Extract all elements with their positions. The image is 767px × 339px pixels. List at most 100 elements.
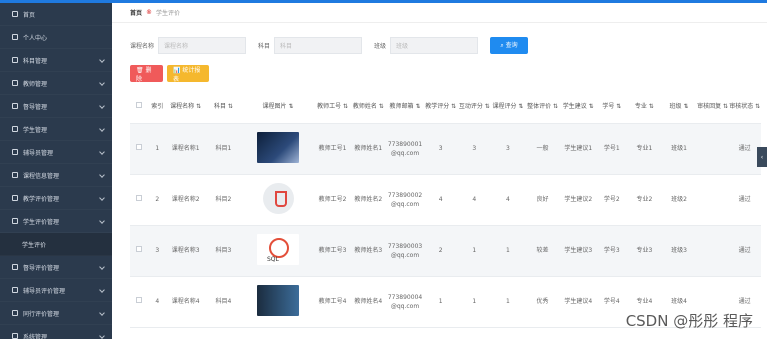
sidebar-item-10[interactable]: 学生评价 bbox=[0, 233, 112, 256]
column-header[interactable]: 审核状态 ⇅ bbox=[728, 91, 761, 124]
row-checkbox[interactable] bbox=[130, 123, 149, 175]
cell-tid: 教师工号3 bbox=[314, 225, 351, 277]
sidebar-item-8[interactable]: 教学评价管理 bbox=[0, 187, 112, 210]
cell-teach: 4 bbox=[423, 174, 458, 226]
sidebar-item-11[interactable]: 督导评价管理 bbox=[0, 256, 112, 279]
cell-overall: 优秀 bbox=[524, 276, 561, 328]
cell-interact: 3 bbox=[457, 123, 492, 175]
cell-subject: 科目3 bbox=[205, 225, 242, 277]
cell-sid: 学号4 bbox=[596, 276, 628, 328]
collapse-tab[interactable]: ‹ bbox=[757, 147, 767, 167]
column-header[interactable]: 专业 ⇅ bbox=[627, 91, 662, 124]
column-header[interactable]: 教师姓名 ⇅ bbox=[350, 91, 387, 124]
course-image-cell bbox=[241, 123, 315, 175]
course-name-input[interactable]: 课程名称 bbox=[158, 36, 247, 54]
sidebar-item-3[interactable]: 教师管理 bbox=[0, 72, 112, 95]
student-icon bbox=[12, 126, 18, 132]
table-row[interactable]: 3课程名称3科目3教师工号3教师姓名3773890003@qq.com211较差… bbox=[130, 225, 761, 277]
sidebar-item-6[interactable]: 辅导员管理 bbox=[0, 141, 112, 164]
sidebar-item-label: 首页 bbox=[23, 11, 36, 19]
supervisor-icon bbox=[12, 103, 18, 109]
breadcrumb-home[interactable]: 首页 bbox=[130, 8, 142, 17]
cell-reply bbox=[696, 225, 729, 277]
cell-advice: 学生建议1 bbox=[560, 123, 597, 175]
sidebar-item-7[interactable]: 课程信息管理 bbox=[0, 164, 112, 187]
cell-interact: 4 bbox=[457, 174, 492, 226]
column-header[interactable]: 课程评分 ⇅ bbox=[491, 91, 525, 124]
column-header[interactable]: 整体评价 ⇅ bbox=[524, 91, 561, 124]
sidebar-item-label: 同行评价管理 bbox=[23, 310, 60, 318]
student-eval-icon bbox=[12, 218, 18, 224]
chevron-down-icon bbox=[99, 126, 105, 132]
cell-subject: 科目2 bbox=[205, 174, 242, 226]
sidebar-item-0[interactable]: 首页 bbox=[0, 3, 112, 26]
sidebar-item-label: 科目管理 bbox=[23, 57, 48, 65]
stats-report-button[interactable]: 📊 统计报表 bbox=[167, 65, 209, 83]
cell-email: 773890003@qq.com bbox=[386, 225, 424, 277]
cell-overall: 良好 bbox=[524, 174, 561, 226]
sidebar-item-label: 辅导员管理 bbox=[23, 149, 54, 157]
select-all-checkbox[interactable] bbox=[130, 91, 149, 124]
sidebar: 首页个人中心科目管理教师管理督导管理学生管理辅导员管理课程信息管理教学评价管理学… bbox=[0, 3, 112, 339]
sidebar-item-5[interactable]: 学生管理 bbox=[0, 118, 112, 141]
column-header[interactable]: 教学评分 ⇅ bbox=[423, 91, 458, 124]
chevron-down-icon bbox=[99, 103, 105, 109]
chevron-down-icon bbox=[99, 80, 105, 86]
table-row[interactable]: 1 课程名称1 科目1 教师工号1 教师姓名1 773890001@qq.com 3 3 3 一般… bbox=[130, 123, 761, 175]
cell-interact: 1 bbox=[457, 276, 492, 328]
cell-course: 课程名称3 bbox=[165, 225, 206, 277]
sidebar-item-2[interactable]: 科目管理 bbox=[0, 49, 112, 72]
column-header[interactable]: 课程名称 ⇅ bbox=[165, 91, 206, 124]
sidebar-item-1[interactable]: 个人中心 bbox=[0, 26, 112, 49]
column-header[interactable]: 教师邮箱 ⇅ bbox=[386, 91, 424, 124]
sidebar-item-label: 课程信息管理 bbox=[23, 172, 60, 180]
column-header[interactable]: 班级 ⇅ bbox=[661, 91, 697, 124]
chevron-down-icon bbox=[99, 287, 105, 293]
column-header[interactable]: 索引 bbox=[148, 91, 166, 124]
cell-cls: 班级3 bbox=[661, 225, 697, 277]
class-input[interactable]: 班级 bbox=[390, 36, 479, 54]
query-button[interactable]: ⌕ 查询 bbox=[490, 36, 529, 54]
column-header[interactable]: 科目 ⇅ bbox=[205, 91, 242, 124]
cell-interact: 1 bbox=[457, 225, 492, 277]
cell-sid: 学号1 bbox=[596, 123, 628, 175]
column-header[interactable]: 审核回复 ⇅ bbox=[696, 91, 729, 124]
supervisor-eval-icon bbox=[12, 264, 18, 270]
column-header[interactable]: 学生建议 ⇅ bbox=[560, 91, 597, 124]
chevron-down-icon bbox=[99, 172, 105, 178]
chevron-down-icon bbox=[99, 149, 105, 155]
row-checkbox[interactable] bbox=[130, 276, 149, 328]
table-row[interactable]: 2 课程名称2 科目2 教师工号2 教师姓名2 773890002@qq.com 4 4 4 良好… bbox=[130, 174, 761, 226]
subject-input[interactable]: 科目 bbox=[274, 36, 363, 54]
cell-tid: 教师工号1 bbox=[314, 123, 351, 175]
cell-reply bbox=[696, 174, 729, 226]
sidebar-item-9[interactable]: 学生评价管理 bbox=[0, 210, 112, 233]
sidebar-item-12[interactable]: 辅导员评价管理 bbox=[0, 279, 112, 302]
column-header[interactable]: 互动评分 ⇅ bbox=[457, 91, 492, 124]
cell-course: 课程名称4 bbox=[165, 276, 206, 328]
cell-advice: 学生建议4 bbox=[560, 276, 597, 328]
cell-overall: 一般 bbox=[524, 123, 561, 175]
watermark: CSDN @彤彤 程序 bbox=[625, 312, 753, 330]
row-checkbox[interactable] bbox=[130, 174, 149, 226]
row-checkbox[interactable] bbox=[130, 225, 149, 277]
breadcrumb: 首页 ® 学生评价 bbox=[112, 3, 767, 23]
chevron-down-icon bbox=[99, 310, 105, 316]
sidebar-item-13[interactable]: 同行评价管理 bbox=[0, 302, 112, 325]
sidebar-item-4[interactable]: 督导管理 bbox=[0, 95, 112, 118]
evaluation-icon bbox=[12, 195, 18, 201]
column-header[interactable]: 教师工号 ⇅ bbox=[314, 91, 351, 124]
chevron-down-icon bbox=[99, 333, 105, 339]
sidebar-item-label: 学生管理 bbox=[23, 126, 48, 134]
delete-button[interactable]: 🗑 删除 bbox=[130, 65, 163, 83]
chevron-down-icon bbox=[99, 218, 105, 224]
sidebar-item-label: 教师管理 bbox=[23, 80, 48, 88]
breadcrumb-separator: ® bbox=[146, 9, 153, 16]
cell-idx: 1 bbox=[148, 123, 166, 175]
column-header[interactable]: 课程图片 ⇅ bbox=[241, 91, 315, 124]
sidebar-item-14[interactable]: 系统管理 bbox=[0, 325, 112, 339]
column-header[interactable]: 学号 ⇅ bbox=[596, 91, 628, 124]
cell-course: 课程名称1 bbox=[165, 123, 206, 175]
cell-tname: 教师姓名1 bbox=[350, 123, 387, 175]
sidebar-item-label: 个人中心 bbox=[23, 34, 48, 42]
